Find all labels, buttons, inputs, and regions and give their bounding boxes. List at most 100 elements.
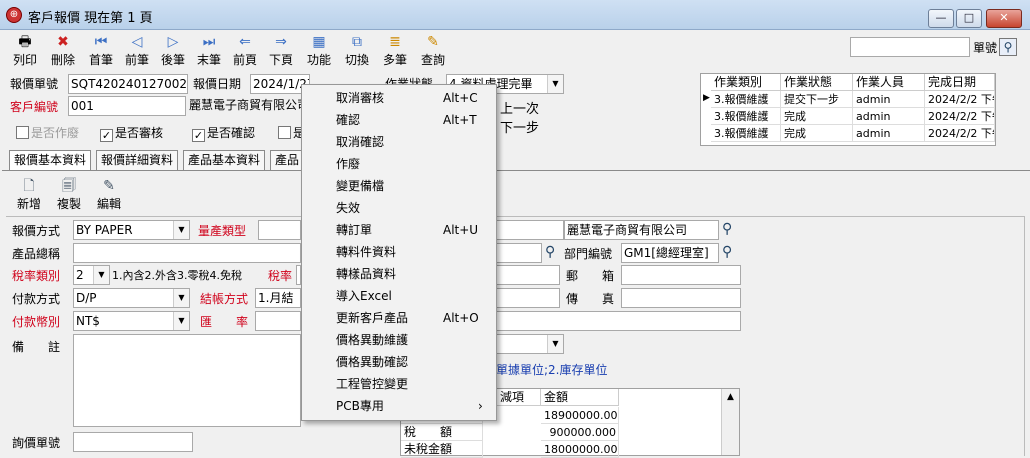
chevron-down-icon: ▼ (547, 335, 563, 353)
table-cell[interactable]: admin (853, 91, 925, 108)
prev-record-button[interactable]: ◁ 前筆 (122, 32, 152, 72)
table-row[interactable]: 3.報價維護 (711, 91, 781, 108)
first-icon: ⏮ (94, 34, 108, 50)
tab-quote-detail[interactable]: 報價詳細資料 (96, 150, 179, 170)
quote-no-field[interactable]: SQT420240127002 (68, 74, 188, 94)
currency-select[interactable]: NT$ ▼ (73, 311, 190, 331)
next-page-button[interactable]: ⇒ 下頁 (266, 32, 296, 72)
table-cell[interactable]: admin (853, 125, 925, 142)
menu-item-pcb[interactable]: PCB專用 › (302, 395, 496, 417)
table-row[interactable]: 3.報價維護 (711, 125, 781, 142)
table-row[interactable]: 3.報價維護 (711, 108, 781, 125)
last-icon: ⏭ (202, 34, 216, 50)
minimize-button[interactable]: — (928, 9, 954, 28)
quote-no-search-input[interactable] (850, 37, 970, 57)
confirmed-checkbox[interactable]: ✓ 是否確認 (192, 124, 255, 142)
tab-product-basic[interactable]: 產品基本資料 (183, 150, 266, 170)
tax-type-select[interactable]: 2 ▼ (73, 265, 110, 285)
menu-item-to-order[interactable]: 轉訂單 Alt+U (302, 219, 496, 241)
close-button[interactable]: ✕ (986, 9, 1022, 28)
menu-item-invalidate[interactable]: 失效 (302, 197, 496, 219)
customer-field[interactable] (496, 220, 564, 240)
settle-label: 結帳方式 (200, 292, 249, 306)
function-button[interactable]: ▦ 功能 (304, 32, 334, 72)
search-icon[interactable]: ⚲ (722, 221, 740, 239)
query-icon: ✎ (427, 34, 439, 50)
menu-item-void[interactable]: 作廢 (302, 153, 496, 175)
summary-col-amount: 金額 (541, 389, 619, 406)
menu-item-cancel-review[interactable]: 取消審核 Alt+C (302, 87, 496, 109)
edit-button[interactable]: ✎ 編輯 (94, 176, 124, 216)
first-record-button[interactable]: ⏮ 首筆 (86, 32, 116, 72)
search-icon[interactable]: ⚲ (999, 38, 1017, 56)
next-record-button[interactable]: ▷ 後筆 (158, 32, 188, 72)
menu-item-price-change-maintain[interactable]: 價格異動維護 (302, 329, 496, 351)
reviewed-label: 是否審核 (115, 126, 164, 140)
multi-button[interactable]: ≣ 多筆 (380, 32, 410, 72)
current-row-icon: ▶ (703, 93, 710, 103)
menu-item-change-backup[interactable]: 變更備檔 (302, 175, 496, 197)
scrollbar[interactable]: ▲ (721, 389, 739, 455)
product-name-field[interactable] (73, 243, 301, 263)
prod-type-field[interactable] (258, 220, 301, 240)
table-cell[interactable]: 完成 (781, 125, 853, 142)
inquiry-field[interactable] (73, 432, 193, 452)
edit-label: 編輯 (96, 197, 121, 211)
address-field[interactable] (496, 311, 741, 331)
print-button[interactable]: 🖶 列印 (10, 32, 40, 72)
settle-field[interactable]: 1.月結 (255, 288, 301, 308)
menu-item-cancel-confirm[interactable]: 取消確認 (302, 131, 496, 153)
menu-item-import-excel[interactable]: 導入Excel (302, 285, 496, 307)
quote-method-select[interactable]: BY PAPER ▼ (73, 220, 190, 240)
menu-item-to-part-data[interactable]: 轉料件資料 (302, 241, 496, 263)
new-button[interactable]: 🗋 新增 (14, 176, 44, 216)
pay-method-select[interactable]: D/P ▼ (73, 288, 190, 308)
unit-select[interactable]: ▼ (496, 334, 564, 354)
delete-button[interactable]: ✖ 刪除 (48, 32, 78, 72)
print-icon: 🖶 (18, 34, 32, 50)
tab-quote-basic[interactable]: 報價基本資料 (9, 150, 92, 171)
table-cell[interactable]: 完成 (781, 108, 853, 125)
maximize-button[interactable]: □ (956, 9, 982, 28)
table-cell[interactable]: 提交下一步 (781, 91, 853, 108)
prev-page-button[interactable]: ⇐ 前頁 (230, 32, 260, 72)
copy-button[interactable]: 🗐 複製 (54, 176, 84, 216)
table-cell[interactable]: 2024/2/2 下午 (925, 125, 995, 142)
product-name-label: 產品總稱 (12, 247, 61, 261)
phone-field[interactable] (496, 265, 560, 285)
menu-item-label: 轉訂單 (336, 223, 373, 237)
chevron-right-icon: › (478, 399, 483, 413)
menu-item-confirm[interactable]: 確認 Alt+T (302, 109, 496, 131)
chevron-down-icon: ▼ (547, 75, 563, 93)
fax-field[interactable] (621, 288, 741, 308)
table-cell[interactable]: 2024/2/2 下午 (925, 108, 995, 125)
table-cell[interactable]: 2024/2/2 下午 (925, 91, 995, 108)
query-button[interactable]: ✎ 查詢 (418, 32, 448, 72)
menu-item-label: 價格異動維護 (336, 333, 409, 347)
note-textarea[interactable] (73, 334, 301, 427)
postal-field[interactable] (621, 265, 741, 285)
dept-field[interactable]: GM1[總經理室] (621, 243, 719, 263)
contact-field[interactable] (496, 243, 542, 263)
voided-checkbox[interactable]: 是否作廢 (16, 124, 79, 141)
tax-rate-label: 稅率 (268, 269, 293, 283)
menu-item-price-change-confirm[interactable]: 價格異動確認 (302, 351, 496, 373)
table-cell[interactable]: admin (853, 108, 925, 125)
menu-item-to-sample-data[interactable]: 轉樣品資料 (302, 263, 496, 285)
menu-item-label: 轉料件資料 (336, 245, 397, 259)
history-grid[interactable]: 作業類別 作業狀態 作業人員 完成日期 ▶ 3.報價維護 提交下一步 admin… (700, 73, 996, 146)
search-icon[interactable]: ⚲ (722, 244, 740, 262)
reviewed-checkbox[interactable]: ✓ 是否審核 (100, 124, 163, 142)
mobile-field[interactable] (496, 288, 560, 308)
customer-name-text: 麗慧電子商貿有限公司 (189, 98, 310, 112)
next-page-label: 下頁 (268, 53, 293, 67)
menu-item-update-customer-product[interactable]: 更新客戶產品 Alt+O (302, 307, 496, 329)
menu-item-engineering-change[interactable]: 工程管控變更 (302, 373, 496, 395)
tab-product[interactable]: 產品 (270, 150, 305, 170)
exrate-field[interactable] (255, 311, 301, 331)
search-icon[interactable]: ⚲ (545, 244, 563, 262)
customer-no-field[interactable]: 001 (68, 96, 186, 116)
switch-button[interactable]: ⧉ 切換 (342, 32, 372, 72)
company-name-field[interactable]: 麗慧電子商貿有限公司 (564, 220, 719, 240)
last-record-button[interactable]: ⏭ 末筆 (194, 32, 224, 72)
